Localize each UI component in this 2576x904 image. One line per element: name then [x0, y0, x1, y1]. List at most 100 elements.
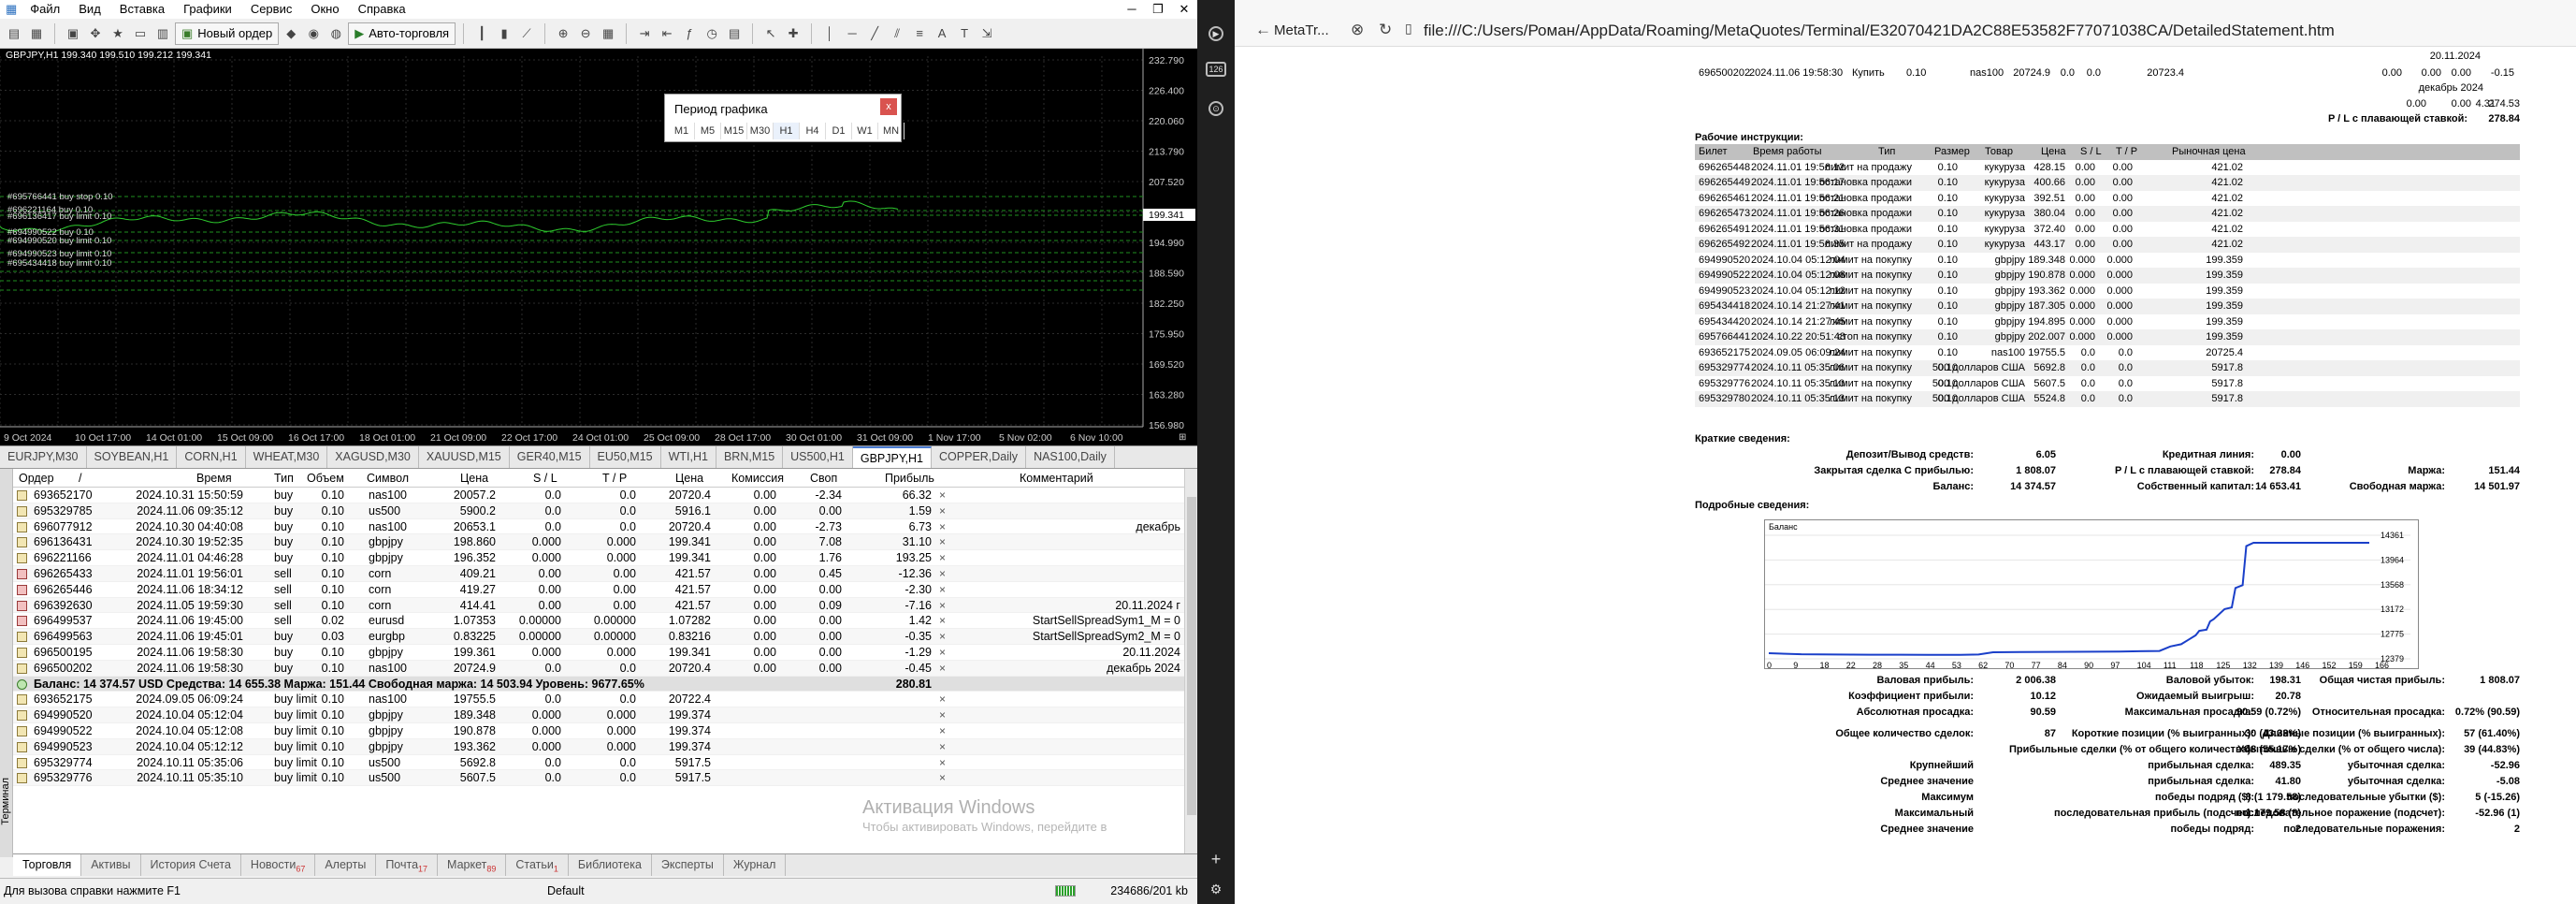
position-row[interactable]: 693652170 2024.10.31 15:50:59 buy 0.10 nas10… [13, 488, 1184, 503]
period-button-mn[interactable]: MN [878, 123, 904, 139]
back-icon[interactable]: ← [1255, 21, 1271, 39]
position-row[interactable]: 696265446 2024.11.06 18:34:12 sell 0.10 corn… [13, 582, 1184, 598]
menu-item-1[interactable]: Вид [69, 0, 110, 19]
close-position-icon[interactable]: × [939, 613, 946, 629]
pending-order-row[interactable]: 694990520 2024.10.04 05:12:04 buy limit 0.1… [13, 707, 1184, 723]
close-position-icon[interactable]: × [939, 550, 946, 566]
terminal-scrollbar[interactable] [1184, 469, 1197, 857]
close-position-icon[interactable]: × [939, 534, 946, 550]
metaeditor-icon[interactable]: ◆ [281, 23, 301, 44]
sidebar-add-icon[interactable]: + [1208, 851, 1223, 868]
terminal-tab[interactable]: Журнал [724, 854, 787, 876]
menu-item-5[interactable]: Окно [301, 0, 348, 19]
indicators-icon[interactable]: ƒ [679, 23, 700, 44]
close-position-icon[interactable]: × [939, 503, 946, 519]
position-row[interactable]: 696499537 2024.11.06 19:45:00 sell 0.02 euru… [13, 613, 1184, 630]
address-bar[interactable]: file:///C:/Users/Роман/AppData/Roaming/M… [1424, 22, 2335, 40]
status-profile[interactable]: Default [547, 884, 585, 897]
position-row[interactable]: 696499563 2024.11.06 19:45:01 buy 0.03 eurgb… [13, 629, 1184, 645]
terminal-tab[interactable]: Новости67 [241, 854, 316, 876]
terminal-tab[interactable]: Почта17 [376, 854, 439, 876]
new-chart-icon[interactable]: ▤ [4, 23, 24, 44]
position-row[interactable]: 696136431 2024.10.30 19:52:35 buy 0.10 gbpjp… [13, 534, 1184, 551]
terminal-icon[interactable]: ▭ [130, 23, 151, 44]
col-current-price[interactable]: Цена [675, 469, 703, 488]
terminal-tab[interactable]: Библиотека [569, 854, 652, 876]
symbol-tab[interactable]: US500,H1 [783, 446, 853, 468]
arrows-icon[interactable]: ⇲ [977, 23, 997, 44]
position-row[interactable]: 696077912 2024.10.30 04:40:08 buy 0.10 nas10… [13, 519, 1184, 535]
close-position-icon[interactable]: × [939, 770, 946, 786]
col-sl[interactable]: S / L [533, 469, 557, 488]
close-position-icon[interactable]: × [939, 755, 946, 771]
terminal-tab[interactable]: Статьи1 [506, 854, 569, 876]
label-icon[interactable]: T [954, 23, 975, 44]
col-tp[interactable]: T / P [602, 469, 627, 488]
price-chart[interactable]: 232.790226.400220.060213.790207.520201.2… [0, 49, 1197, 445]
col-comment[interactable]: Комментарий [1020, 469, 1093, 488]
reload-icon[interactable]: ↻ [1379, 21, 1392, 39]
terminal-tab[interactable]: Маркет89 [438, 854, 507, 876]
col-order[interactable]: Ордер [19, 469, 54, 488]
menu-item-4[interactable]: Сервис [241, 0, 302, 19]
signals-icon[interactable]: ◉ [303, 23, 324, 44]
terminal-tab[interactable]: Активы [81, 854, 141, 876]
symbol-tab[interactable]: XAUUSD,M15 [419, 446, 510, 468]
col-swap[interactable]: Своп [810, 469, 837, 488]
col-time[interactable]: Время [196, 469, 232, 488]
close-position-icon[interactable]: × [939, 723, 946, 739]
period-button-w1[interactable]: W1 [852, 123, 878, 139]
position-row[interactable]: 695329785 2024.11.06 09:35:12 buy 0.10 us500… [13, 503, 1184, 519]
profiles-icon[interactable]: ▦ [26, 23, 47, 44]
zoom-out-icon[interactable]: ⊖ [575, 23, 596, 44]
fibonacci-icon[interactable]: ≡ [909, 23, 930, 44]
line-chart-icon[interactable]: ⟋ [516, 23, 537, 44]
symbol-tab[interactable]: GBPJPY,H1 [852, 446, 933, 468]
symbol-tab[interactable]: BRN,M15 [716, 446, 784, 468]
col-symbol[interactable]: Символ [367, 469, 409, 488]
menu-item-6[interactable]: Справка [349, 0, 415, 19]
templates-icon[interactable]: ▤ [724, 23, 745, 44]
tester-icon[interactable]: ▥ [152, 23, 173, 44]
close-position-icon[interactable]: × [939, 598, 946, 614]
pending-order-row[interactable]: 694990523 2024.10.04 05:12:12 buy limit 0.1… [13, 738, 1184, 755]
close-position-icon[interactable]: × [939, 692, 946, 707]
symbol-tab[interactable]: NAS100,Daily [1026, 446, 1115, 468]
col-profit[interactable]: Прибыль [885, 469, 934, 488]
pending-order-row[interactable]: 694990522 2024.10.04 05:12:08 buy limit 0.1… [13, 723, 1184, 739]
data-window-icon[interactable]: ✥ [85, 23, 106, 44]
menu-item-0[interactable]: Файл [21, 0, 69, 19]
period-button-m30[interactable]: M30 [747, 123, 774, 139]
periods-icon[interactable]: ◷ [702, 23, 722, 44]
market-watch-icon[interactable]: ▣ [63, 23, 83, 44]
period-dialog-close-button[interactable]: x [880, 98, 897, 115]
menu-item-3[interactable]: Графики [174, 0, 241, 19]
close-position-icon[interactable]: × [939, 488, 946, 503]
pending-order-row[interactable]: 695329776 2024.10.11 05:35:10 buy limit 0.1… [13, 770, 1184, 787]
symbol-tab[interactable]: COPPER,Daily [932, 446, 1027, 468]
symbol-tab[interactable]: EU50,M15 [590, 446, 661, 468]
cursor-icon[interactable]: ↖ [760, 23, 781, 44]
position-row[interactable]: 696500202 2024.11.06 19:58:30 buy 0.10 nas10… [13, 660, 1184, 677]
close-position-icon[interactable]: × [939, 661, 946, 677]
terminal-tab[interactable]: Эксперты [652, 854, 724, 876]
col-type[interactable]: Тип [274, 469, 294, 488]
close-position-icon[interactable]: × [939, 645, 946, 661]
text-icon[interactable]: A [932, 23, 952, 44]
candles-icon[interactable]: ▮ [494, 23, 514, 44]
close-position-icon[interactable]: × [939, 566, 946, 582]
close-position-icon[interactable]: × [939, 739, 946, 755]
col-price[interactable]: Цена [460, 469, 488, 488]
pending-order-row[interactable]: 695329774 2024.10.11 05:35:06 buy limit 0.1… [13, 755, 1184, 771]
symbol-tab[interactable]: XAGUSD,M30 [327, 446, 419, 468]
period-button-d1[interactable]: D1 [826, 123, 852, 139]
autoscroll-icon[interactable]: ⇥ [634, 23, 655, 44]
period-button-m15[interactable]: M15 [721, 123, 747, 139]
position-row[interactable]: 696265433 2024.11.01 19:56:01 sell 0.10 corn… [13, 566, 1184, 582]
restore-button[interactable]: ❐ [1145, 0, 1171, 19]
close-window-button[interactable]: ✕ [1171, 0, 1197, 19]
close-position-icon[interactable]: × [939, 707, 946, 723]
new-order-button[interactable]: ▣ Новый ордер [175, 22, 280, 45]
position-row[interactable]: 696221166 2024.11.01 04:46:28 buy 0.10 gbpjp… [13, 550, 1184, 566]
period-button-h4[interactable]: H4 [800, 123, 826, 139]
